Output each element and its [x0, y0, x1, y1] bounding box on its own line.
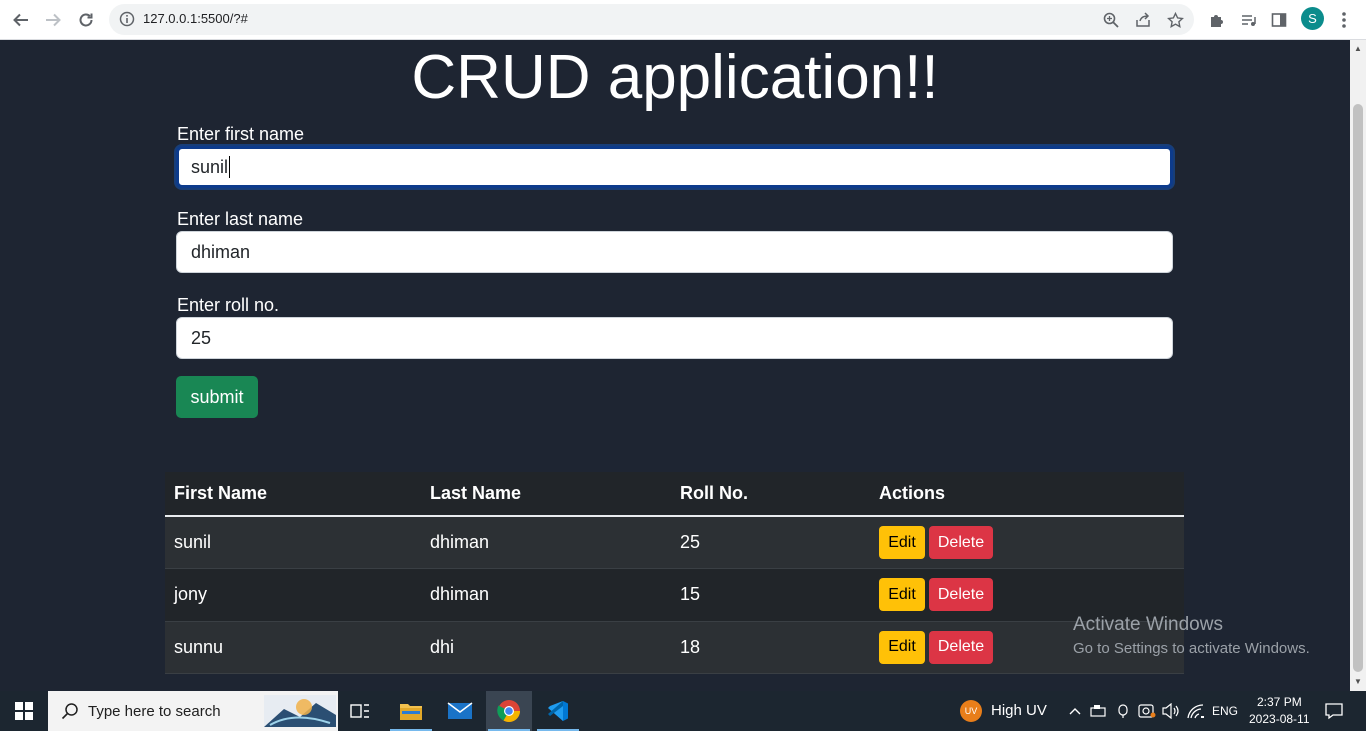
- start-windows-icon[interactable]: [0, 691, 48, 731]
- cell-first-name: sunil: [165, 516, 421, 569]
- edit-button[interactable]: Edit: [879, 526, 925, 559]
- scroll-up-icon[interactable]: ▲: [1353, 44, 1363, 54]
- watermark-subtitle: Go to Settings to activate Windows.: [1073, 640, 1310, 657]
- submit-button[interactable]: submit: [176, 376, 258, 418]
- url-text[interactable]: 127.0.0.1:5500/?#: [143, 11, 248, 26]
- header-actions: Actions: [870, 472, 1184, 517]
- search-highlight-icon: [264, 695, 336, 731]
- weather-text[interactable]: High UV: [991, 702, 1047, 719]
- wifi-icon[interactable]: [1186, 691, 1206, 731]
- back-icon[interactable]: [9, 8, 33, 32]
- profile-avatar[interactable]: S: [1301, 7, 1324, 30]
- delete-button[interactable]: Delete: [929, 578, 993, 612]
- zoom-icon[interactable]: [1101, 10, 1121, 30]
- last-name-value: dhiman: [191, 241, 251, 262]
- first-name-input[interactable]: sunil: [176, 146, 1173, 188]
- media-control-icon[interactable]: [1236, 8, 1260, 32]
- last-name-input[interactable]: dhiman: [176, 231, 1173, 273]
- windows-taskbar: Type here to search UV High UV ENG 2:37 …: [0, 691, 1366, 731]
- students-table: First Name Last Name Roll No. Actions su…: [165, 472, 1184, 674]
- page-content: CRUD application!! Enter first name suni…: [0, 40, 1350, 691]
- last-name-label: Enter last name: [177, 209, 304, 229]
- header-roll-no: Roll No.: [671, 472, 870, 517]
- clock-date[interactable]: 2023-08-11: [1249, 712, 1310, 726]
- page-scrollbar[interactable]: ▲ ▼: [1350, 40, 1366, 691]
- show-hidden-icons-icon[interactable]: [1066, 691, 1084, 731]
- header-first-name: First Name: [165, 472, 421, 517]
- first-name-value: sunil: [191, 156, 229, 177]
- roll-no-input[interactable]: 25: [176, 317, 1173, 359]
- delete-button[interactable]: Delete: [929, 630, 993, 664]
- table-header-row: First Name Last Name Roll No. Actions: [165, 472, 1184, 517]
- task-view-icon[interactable]: [341, 691, 379, 731]
- cell-last-name: dhiman: [421, 516, 671, 569]
- weather-badge-icon[interactable]: UV: [958, 691, 984, 731]
- cell-actions: Edit Delete: [870, 516, 1184, 569]
- info-icon[interactable]: [119, 11, 135, 32]
- extensions-icon[interactable]: [1204, 8, 1228, 32]
- activate-windows-watermark: Activate Windows Go to Settings to activ…: [1073, 614, 1310, 657]
- notifications-icon[interactable]: [1318, 691, 1350, 731]
- taskbar-search-box[interactable]: Type here to search: [48, 691, 338, 731]
- text-caret: [229, 156, 231, 178]
- forward-icon[interactable]: [41, 8, 65, 32]
- edit-button[interactable]: Edit: [879, 630, 925, 664]
- watermark-title: Activate Windows: [1073, 614, 1223, 635]
- first-name-label: Enter first name: [177, 124, 305, 144]
- language-indicator[interactable]: ENG: [1212, 704, 1238, 718]
- menu-dots-icon[interactable]: [1332, 8, 1356, 32]
- tray-app-icon[interactable]: [1089, 691, 1107, 731]
- cell-roll-no: 18: [671, 621, 870, 674]
- address-bar[interactable]: 127.0.0.1:5500/?#: [109, 4, 1194, 35]
- scroll-down-icon[interactable]: ▼: [1353, 677, 1363, 687]
- bookmark-star-icon[interactable]: [1165, 10, 1185, 30]
- meet-now-icon[interactable]: [1114, 691, 1132, 731]
- cell-roll-no: 25: [671, 516, 870, 569]
- delete-button[interactable]: Delete: [929, 526, 993, 559]
- side-panel-icon[interactable]: [1267, 8, 1291, 32]
- table-row: sunnu dhi 18 Edit Delete: [165, 621, 1184, 674]
- header-last-name: Last Name: [421, 472, 671, 517]
- search-placeholder: Type here to search: [88, 702, 221, 720]
- cell-last-name: dhi: [421, 621, 671, 674]
- search-icon: [61, 702, 79, 725]
- edit-button[interactable]: Edit: [879, 578, 925, 612]
- clock-time[interactable]: 2:37 PM: [1257, 695, 1302, 709]
- cell-first-name: jony: [165, 568, 421, 622]
- table-row: sunil dhiman 25 Edit Delete: [165, 516, 1184, 569]
- cell-last-name: dhiman: [421, 568, 671, 622]
- share-icon[interactable]: [1133, 10, 1153, 30]
- webcam-tray-icon[interactable]: [1137, 691, 1157, 731]
- roll-no-value: 25: [191, 327, 212, 348]
- roll-no-label: Enter roll no.: [177, 295, 280, 315]
- browser-toolbar: 127.0.0.1:5500/?# S: [0, 0, 1366, 40]
- scroll-thumb[interactable]: [1353, 104, 1363, 672]
- page-title: CRUD application!!: [411, 43, 939, 112]
- chrome-icon[interactable]: [486, 691, 532, 731]
- file-explorer-icon[interactable]: [388, 691, 434, 731]
- mail-icon[interactable]: [437, 691, 483, 731]
- cell-first-name: sunnu: [165, 621, 421, 674]
- table-row: jony dhiman 15 Edit Delete: [165, 568, 1184, 622]
- weather-badge: UV: [960, 700, 982, 722]
- reload-icon[interactable]: [74, 8, 98, 32]
- vscode-icon[interactable]: [535, 691, 581, 731]
- cell-roll-no: 15: [671, 568, 870, 622]
- volume-icon[interactable]: [1161, 691, 1181, 731]
